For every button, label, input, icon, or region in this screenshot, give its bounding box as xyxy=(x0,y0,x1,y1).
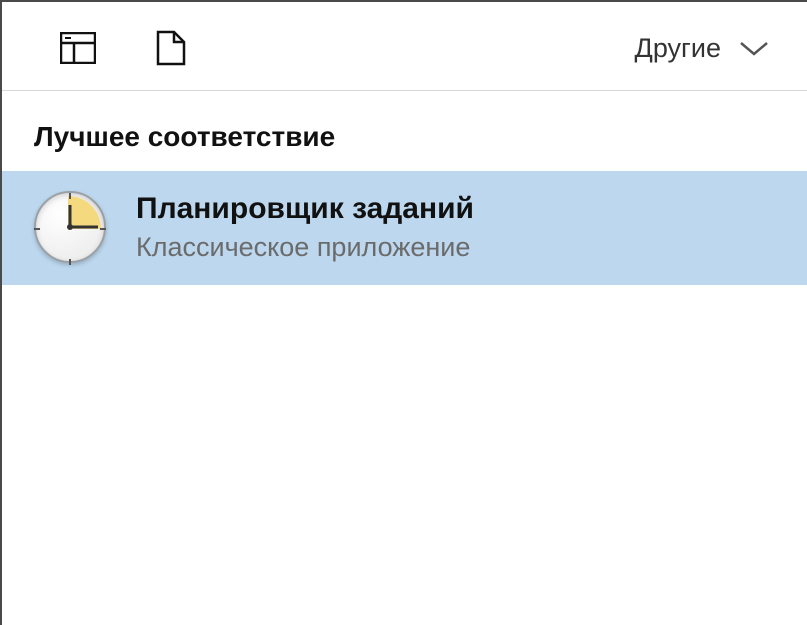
chevron-down-icon xyxy=(739,33,769,64)
dropdown-label: Другие xyxy=(635,33,721,64)
result-text-block: Планировщик заданий Классическое приложе… xyxy=(136,192,474,263)
best-match-header: Лучшее соответствие xyxy=(2,91,807,171)
search-result-item[interactable]: Планировщик заданий Классическое приложе… xyxy=(2,171,807,285)
apps-filter-icon[interactable] xyxy=(60,32,96,64)
result-title: Планировщик заданий xyxy=(136,192,474,226)
search-toolbar: Другие xyxy=(2,2,807,91)
toolbar-filters xyxy=(60,30,186,66)
documents-filter-icon[interactable] xyxy=(156,30,186,66)
result-subtitle: Классическое приложение xyxy=(136,232,474,263)
other-filters-dropdown[interactable]: Другие xyxy=(635,33,777,64)
task-scheduler-icon xyxy=(34,191,106,263)
